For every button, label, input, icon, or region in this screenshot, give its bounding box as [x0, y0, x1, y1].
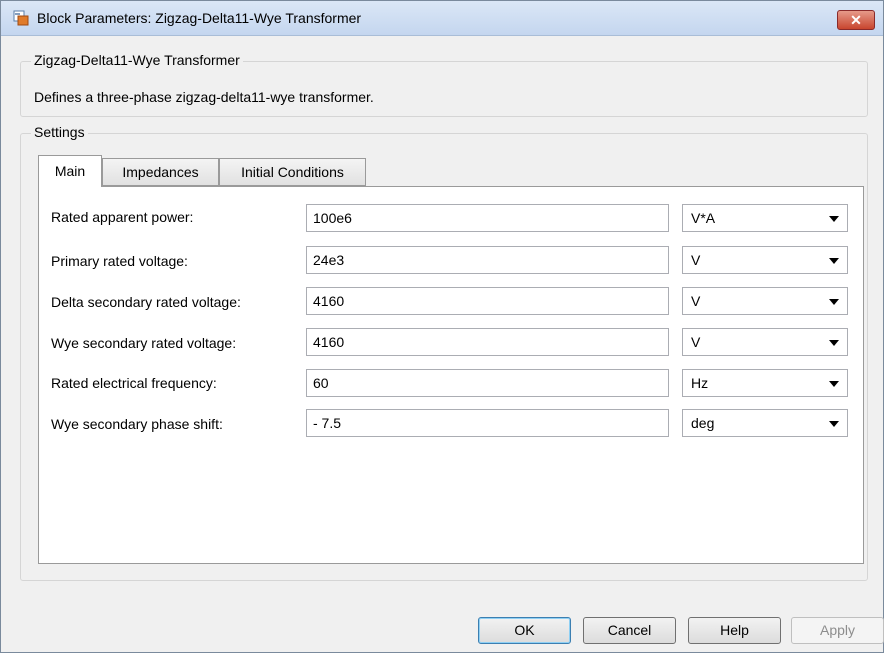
delta-secondary-rated-voltage-unit-select[interactable]: V — [682, 287, 848, 315]
rated-electrical-frequency-input[interactable]: 60 — [306, 369, 669, 397]
tab-impedances[interactable]: Impedances — [102, 158, 219, 186]
wye-secondary-phase-shift-unit-select[interactable]: deg — [682, 409, 848, 437]
title-bar[interactable]: Block Parameters: Zigzag-Delta11-Wye Tra… — [1, 1, 883, 36]
tab-initial-conditions[interactable]: Initial Conditions — [219, 158, 366, 186]
rated-apparent-power-input[interactable]: 100e6 — [306, 204, 669, 232]
chevron-down-icon — [829, 381, 839, 387]
unit-value: V — [691, 252, 701, 268]
param-label-delta-secondary-rated-voltage: Delta secondary rated voltage: — [51, 294, 241, 310]
apply-button: Apply — [791, 617, 884, 644]
rated-electrical-frequency-unit-select[interactable]: Hz — [682, 369, 848, 397]
close-button[interactable]: ✕ — [837, 10, 875, 30]
block-group-title: Zigzag-Delta11-Wye Transformer — [31, 52, 243, 68]
tab-main[interactable]: Main — [38, 155, 102, 187]
chevron-down-icon — [829, 299, 839, 305]
unit-value: deg — [691, 415, 715, 431]
wye-secondary-rated-voltage-unit-select[interactable]: V — [682, 328, 848, 356]
param-label-rated-electrical-frequency: Rated electrical frequency: — [51, 375, 217, 391]
unit-value: Hz — [691, 375, 709, 391]
param-label-wye-secondary-rated-voltage: Wye secondary rated voltage: — [51, 335, 237, 351]
rated-apparent-power-unit-select[interactable]: V*A — [682, 204, 848, 232]
primary-rated-voltage-unit-select[interactable]: V — [682, 246, 848, 274]
unit-value: V*A — [691, 210, 716, 226]
settings-title: Settings — [31, 124, 88, 140]
param-label-rated-apparent-power: Rated apparent power: — [51, 209, 194, 225]
wye-secondary-rated-voltage-input[interactable]: 4160 — [306, 328, 669, 356]
delta-secondary-rated-voltage-input[interactable]: 4160 — [306, 287, 669, 315]
window-title: Block Parameters: Zigzag-Delta11-Wye Tra… — [37, 10, 362, 26]
unit-value: V — [691, 293, 701, 309]
ok-button[interactable]: OK — [478, 617, 571, 644]
param-label-wye-secondary-phase-shift: Wye secondary phase shift: — [51, 416, 223, 432]
chevron-down-icon — [829, 258, 839, 264]
chevron-down-icon — [829, 216, 839, 222]
help-button[interactable]: Help — [688, 617, 781, 644]
unit-value: V — [691, 334, 701, 350]
simulink-block-icon — [13, 10, 29, 26]
cancel-button[interactable]: Cancel — [583, 617, 676, 644]
block-parameters-dialog: Block Parameters: Zigzag-Delta11-Wye Tra… — [0, 0, 884, 653]
wye-secondary-phase-shift-input[interactable]: - 7.5 — [306, 409, 669, 437]
block-description: Defines a three-phase zigzag-delta11-wye… — [34, 89, 374, 105]
chevron-down-icon — [829, 340, 839, 346]
primary-rated-voltage-input[interactable]: 24e3 — [306, 246, 669, 274]
chevron-down-icon — [829, 421, 839, 427]
param-label-primary-rated-voltage: Primary rated voltage: — [51, 253, 188, 269]
